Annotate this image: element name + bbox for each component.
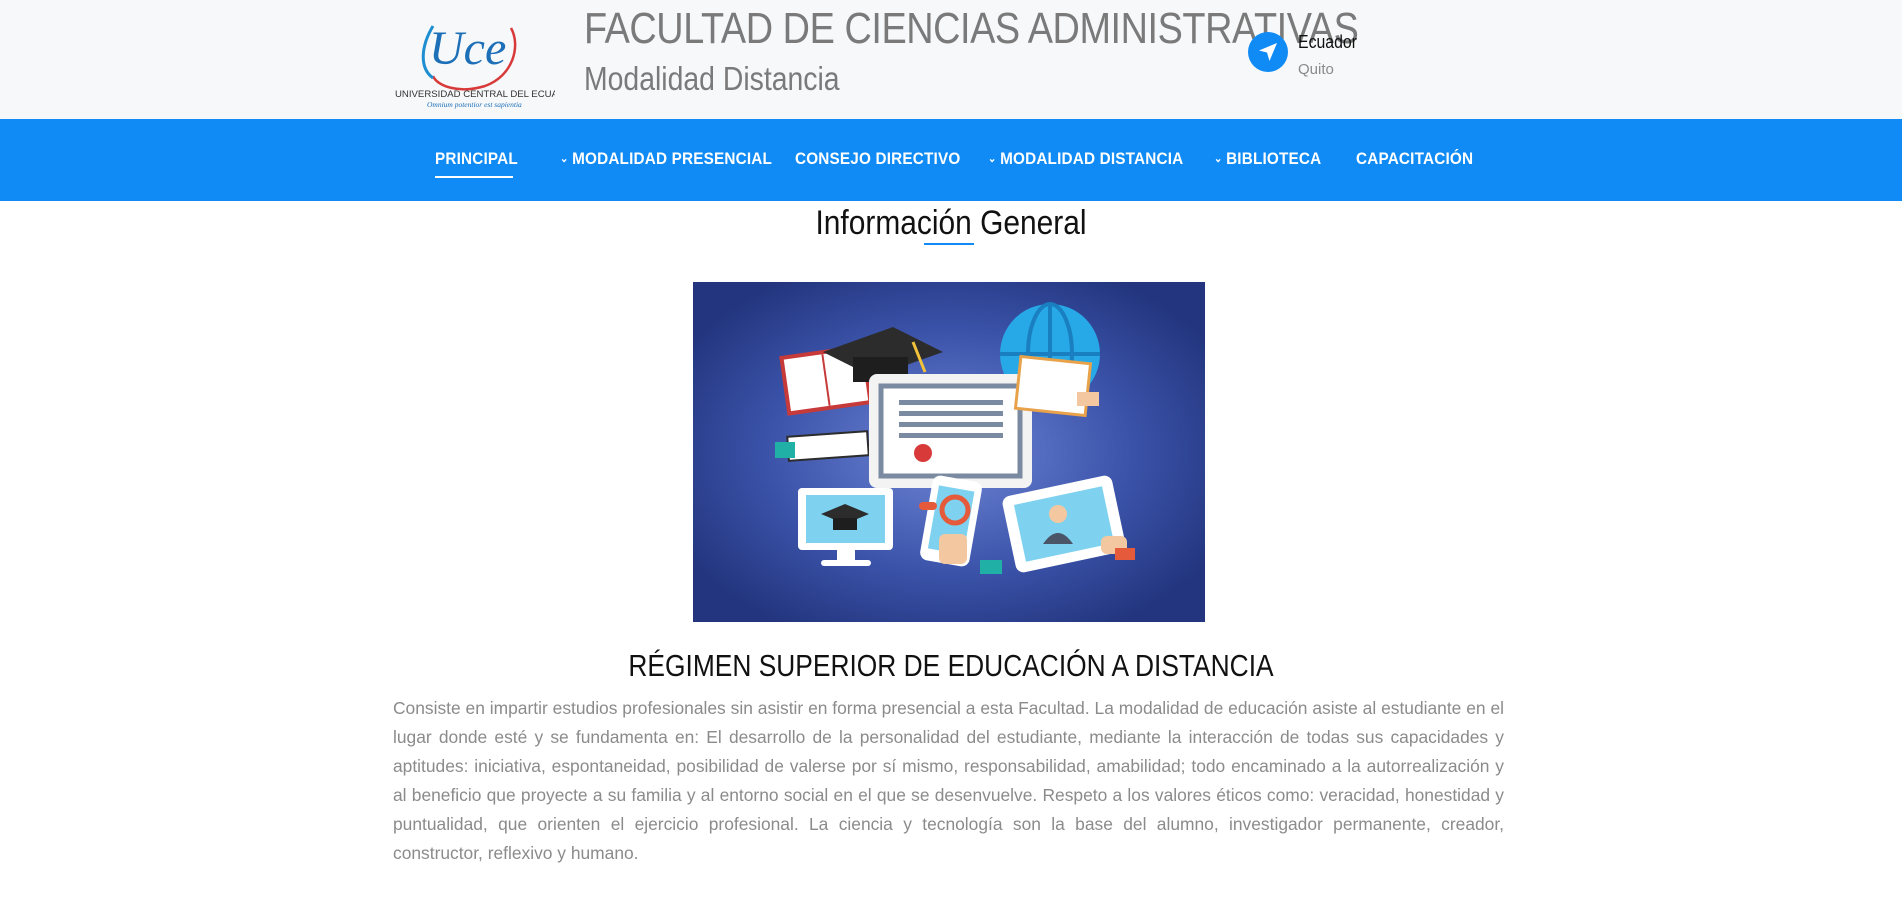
faculty-subtitle: Modalidad Distancia [584,60,840,97]
section-title: Información General [815,204,1087,242]
chevron-down-icon: ⌄ [560,153,569,165]
active-nav-indicator [435,176,513,178]
location-country: Ecuador [1298,32,1358,52]
chevron-down-icon: ⌄ [988,153,997,165]
svg-text:Omnium potentior est sapientia: Omnium potentior est sapientia [427,100,522,109]
faculty-title: FACULTAD DE CIENCIAS ADMINISTRATIVAS [584,4,1359,53]
nav-item-modalidad-presencial[interactable]: ⌄ MODALIDAD PRESENCIAL [560,149,772,169]
nav-item-capacitacion[interactable]: CAPACITACIÓN [1356,149,1473,169]
nav-item-modalidad-distancia[interactable]: ⌄ MODALIDAD DISTANCIA [988,149,1183,169]
nav-item-principal[interactable]: PRINCIPAL [435,149,518,169]
top-header: Uce UNIVERSIDAD CENTRAL DEL ECUADOR Omni… [0,0,1902,119]
svg-text:UNIVERSIDAD CENTRAL DEL ECUADO: UNIVERSIDAD CENTRAL DEL ECUADOR [395,89,555,100]
location-badge [1248,32,1288,72]
regimen-description: Consiste en impartir estudios profesiona… [393,698,1504,863]
nav-item-biblioteca[interactable]: ⌄ BIBLIOTECA [1214,149,1321,169]
nav-item-label: MODALIDAD PRESENCIAL [572,149,773,168]
svg-text:Uce: Uce [429,22,506,75]
location-city: Quito [1298,61,1334,78]
nav-item-label: BIBLIOTECA [1226,149,1322,168]
nav-item-label: CONSEJO DIRECTIVO [795,149,961,168]
regimen-title: RÉGIMEN SUPERIOR DE EDUCACIÓN A DISTANCI… [628,648,1274,683]
nav-item-label: MODALIDAD DISTANCIA [1000,149,1184,168]
university-logo[interactable]: Uce UNIVERSIDAD CENTRAL DEL ECUADOR Omni… [393,6,555,110]
nav-item-consejo-directivo[interactable]: CONSEJO DIRECTIVO [795,149,960,169]
navigation-arrow-icon [1259,43,1277,61]
main-navigation: PRINCIPAL ⌄ MODALIDAD PRESENCIAL CONSEJO … [0,119,1902,201]
title-accent-line [924,243,974,245]
nav-item-label: PRINCIPAL [435,149,518,168]
nav-item-label: CAPACITACIÓN [1356,149,1474,168]
chevron-down-icon: ⌄ [1214,153,1223,165]
distance-education-illustration [693,282,1205,622]
